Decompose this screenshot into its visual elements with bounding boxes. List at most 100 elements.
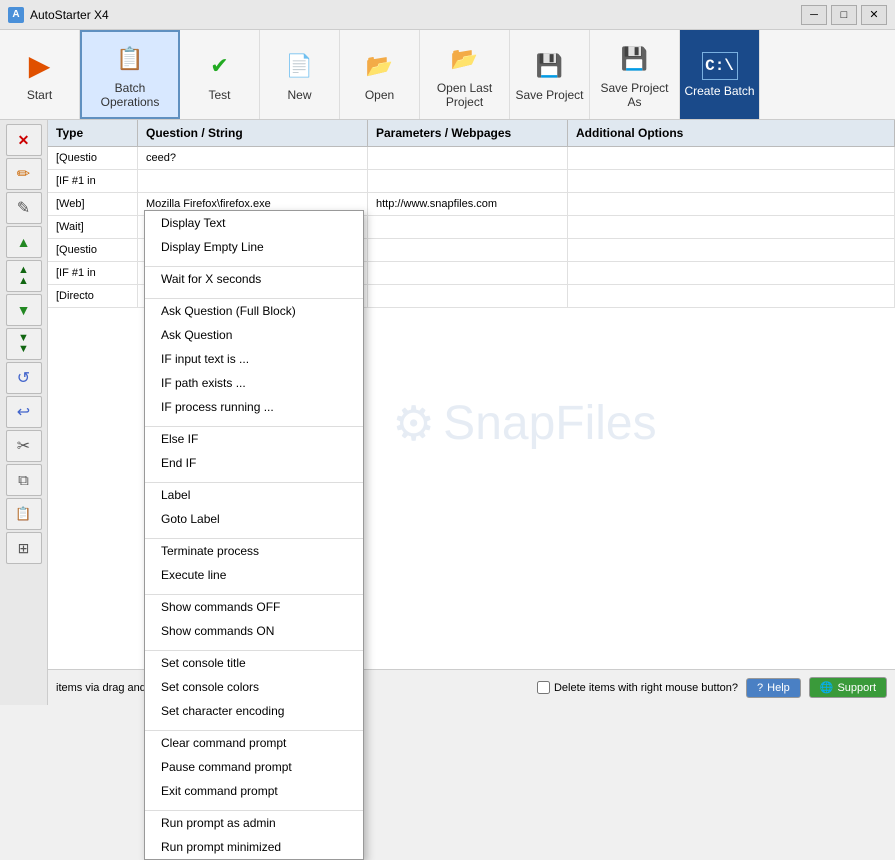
start-button[interactable]: ▶ Start [0, 30, 80, 119]
menu-display-empty-line[interactable]: Display Empty Line [145, 235, 363, 259]
menu-terminate-process[interactable]: Terminate process [145, 539, 363, 563]
maximize-button[interactable]: □ [831, 5, 857, 25]
open-last-button[interactable]: 📂 Open Last Project [420, 30, 510, 119]
sidebar: ✕ ✏ ✎ ▲ ▲▲ ▼ ▼▼ ↺ ↩ ✂ ⧉ 📋 ⊞ [0, 120, 48, 705]
row-params [368, 239, 568, 261]
copy-button[interactable]: ⧉ [6, 464, 42, 496]
create-batch-button[interactable]: C:\ Create Batch [680, 30, 760, 119]
content-area: Type Question / String Parameters / Webp… [48, 120, 895, 705]
move-down-button[interactable]: ▼ [6, 294, 42, 326]
row-type: [IF #1 in [48, 262, 138, 284]
app-title: AutoStarter X4 [30, 8, 109, 22]
menu-set-char-encoding[interactable]: Set character encoding [145, 699, 363, 723]
save-as-label: Save Project As [594, 81, 675, 109]
save-as-button[interactable]: 💾 Save Project As [590, 30, 680, 119]
dropdown-menu: Display Text Display Empty Line Wait for… [144, 210, 364, 860]
menu-set-console-title[interactable]: Set console title [145, 651, 363, 675]
header-params: Parameters / Webpages [368, 120, 568, 146]
save-button[interactable]: 💾 Save Project [510, 30, 590, 119]
row-type: [Web] [48, 193, 138, 215]
support-label: Support [837, 682, 876, 694]
menu-separator-1 [145, 259, 363, 267]
bottom-bar-right: Delete items with right mouse button? ? … [537, 677, 887, 698]
save-label: Save Project [515, 88, 583, 102]
row-params [368, 170, 568, 192]
header-options: Additional Options [568, 120, 895, 146]
menu-else-if[interactable]: Else IF [145, 427, 363, 451]
batch-ops-label: Batch Operations [86, 81, 174, 109]
table-row[interactable]: [Questio ceed? [48, 147, 895, 170]
menu-separator-5 [145, 531, 363, 539]
row-type: [Wait] [48, 216, 138, 238]
menu-separator-9 [145, 803, 363, 811]
menu-execute-line[interactable]: Execute line [145, 563, 363, 587]
grid-button[interactable]: ⊞ [6, 532, 42, 564]
menu-goto-label[interactable]: Goto Label [145, 507, 363, 531]
delete-button[interactable]: ✕ [6, 124, 42, 156]
menu-wait-for-x-seconds[interactable]: Wait for X seconds [145, 267, 363, 291]
paste-button[interactable]: 📋 [6, 498, 42, 530]
titlebar-left: A AutoStarter X4 [8, 7, 109, 23]
menu-ask-question[interactable]: Ask Question [145, 323, 363, 347]
open-label: Open [365, 88, 394, 102]
support-button[interactable]: 🌐 Support [809, 677, 887, 698]
menu-pause-command-prompt[interactable]: Pause command prompt [145, 755, 363, 779]
row-options [568, 147, 895, 169]
row-options [568, 262, 895, 284]
open-last-label: Open Last Project [424, 81, 505, 109]
test-button[interactable]: ✔ Test [180, 30, 260, 119]
back-button[interactable]: ↩ [6, 396, 42, 428]
help-label: Help [767, 682, 790, 694]
menu-show-commands-on[interactable]: Show commands ON [145, 619, 363, 643]
menu-if-process-running[interactable]: IF process running ... [145, 395, 363, 419]
start-label: Start [27, 88, 52, 102]
row-question [138, 170, 368, 192]
batch-operations-button[interactable]: 📋 Batch Operations [80, 30, 180, 119]
menu-separator-4 [145, 475, 363, 483]
row-options [568, 170, 895, 192]
refresh-button[interactable]: ↺ [6, 362, 42, 394]
row-params [368, 216, 568, 238]
menu-show-commands-off[interactable]: Show commands OFF [145, 595, 363, 619]
row-options [568, 193, 895, 215]
cut-button[interactable]: ✂ [6, 430, 42, 462]
test-icon: ✔ [202, 48, 238, 84]
help-button[interactable]: ? Help [746, 678, 801, 698]
menu-run-prompt-admin[interactable]: Run prompt as admin [145, 811, 363, 835]
row-type: [Questio [48, 147, 138, 169]
open-button[interactable]: 📂 Open [340, 30, 420, 119]
menu-label[interactable]: Label [145, 483, 363, 507]
menu-run-prompt-minimized[interactable]: Run prompt minimized [145, 835, 363, 859]
menu-display-text[interactable]: Display Text [145, 211, 363, 235]
menu-ask-question-full[interactable]: Ask Question (Full Block) [145, 299, 363, 323]
move-up-button[interactable]: ▲ [6, 226, 42, 258]
minimize-button[interactable]: ─ [801, 5, 827, 25]
toolbar: ▶ Start 📋 Batch Operations ✔ Test 📄 New … [0, 30, 895, 120]
menu-end-if[interactable]: End IF [145, 451, 363, 475]
menu-exit-command-prompt[interactable]: Exit command prompt [145, 779, 363, 803]
delete-checkbox[interactable] [537, 681, 550, 694]
table-row[interactable]: [IF #1 in [48, 170, 895, 193]
create-batch-label: Create Batch [684, 84, 754, 98]
pencil-button[interactable]: ✎ [6, 192, 42, 224]
menu-if-input-text[interactable]: IF input text is ... [145, 347, 363, 371]
menu-if-path-exists[interactable]: IF path exists ... [145, 371, 363, 395]
help-icon: ? [757, 682, 763, 694]
app-icon: A [8, 7, 24, 23]
row-type: [Directo [48, 285, 138, 307]
open-icon: 📂 [362, 48, 398, 84]
row-options [568, 239, 895, 261]
row-params [368, 285, 568, 307]
row-params: http://www.snapfiles.com [368, 193, 568, 215]
menu-set-console-colors[interactable]: Set console colors [145, 675, 363, 699]
close-button[interactable]: ✕ [861, 5, 887, 25]
move-down-fast-button[interactable]: ▼▼ [6, 328, 42, 360]
menu-clear-command-prompt[interactable]: Clear command prompt [145, 731, 363, 755]
new-button[interactable]: 📄 New [260, 30, 340, 119]
test-label: Test [208, 88, 230, 102]
edit-button[interactable]: ✏ [6, 158, 42, 190]
titlebar: A AutoStarter X4 ─ □ ✕ [0, 0, 895, 30]
move-up-fast-button[interactable]: ▲▲ [6, 260, 42, 292]
create-batch-icon: C:\ [702, 52, 738, 80]
menu-separator-6 [145, 587, 363, 595]
